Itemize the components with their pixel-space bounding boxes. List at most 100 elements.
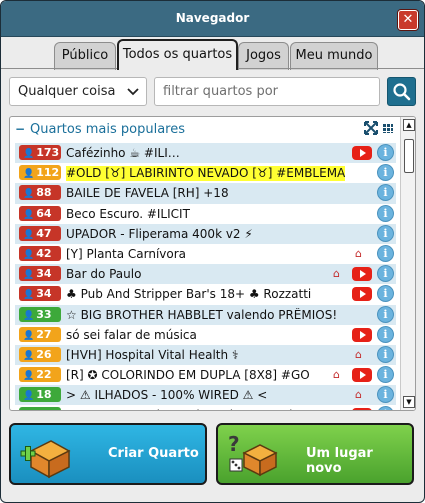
person-icon: 👤 [23, 229, 35, 240]
room-row[interactable]: 👤 33 ☆ BIG BROTHER HABBLET valendo PRÊMIOS… [15, 304, 396, 325]
person-icon: 👤 [23, 350, 35, 361]
room-info-icon[interactable]: i [377, 406, 394, 410]
grid-view-icon[interactable] [382, 123, 393, 133]
room-info-icon[interactable]: i [377, 325, 394, 343]
user-count: 33 [36, 307, 52, 321]
youtube-icon [352, 146, 372, 160]
room-info-icon[interactable]: i [377, 265, 394, 283]
filter-type-select[interactable]: Qualquer coisa [9, 77, 147, 106]
person-icon: 👤 [23, 270, 35, 281]
user-count: 34 [36, 267, 52, 281]
collapse-icon[interactable]: − [15, 122, 25, 136]
room-list-panel: − Quartos mais populares 👤 173 Cafézinho ☕… [9, 116, 416, 411]
room-owner-house-icon: ⌂ [333, 407, 340, 410]
user-count: 88 [36, 186, 52, 200]
room-list: 👤 173 Cafézinho ☕ #ILI… i 👤 112 #OLD [♉] LABIR… [15, 143, 396, 410]
youtube-icon [352, 408, 372, 410]
room-name: Cafézinho ☕ #ILI… [66, 146, 180, 160]
search-button[interactable] [387, 77, 416, 106]
person-icon: 👤 [23, 290, 35, 301]
room-row[interactable]: 👤 22 [R] ✪ COLORINDO EM DUPLA [8X8] #GO ⌂ i [15, 365, 396, 385]
person-icon: 👤 [23, 209, 35, 220]
user-count-badge: 👤 42 [19, 245, 61, 261]
youtube-icon [352, 368, 372, 383]
person-icon: 👤 [23, 391, 35, 402]
section-header[interactable]: − Quartos mais populares [10, 117, 400, 143]
svg-text:?: ? [228, 432, 240, 456]
room-row[interactable]: 👤18 UPADOR - Cassino, Loja e Slots - #Cai… [15, 405, 396, 410]
user-count-badge: 👤 88 [19, 185, 61, 201]
user-count: 22 [36, 368, 52, 382]
room-row[interactable]: 👤 173 Cafézinho ☕ #ILI… i [15, 143, 396, 164]
search-icon [393, 83, 411, 101]
user-count: 27 [36, 327, 52, 341]
room-row[interactable]: 👤 18 > ⚠ ILHADOS - 100% WIRED ⚠ < ⌂ i [15, 385, 396, 406]
room-info-icon[interactable]: i [377, 244, 394, 262]
user-count: 173 [36, 146, 60, 159]
filter-type-value: Qualquer coisa [18, 84, 116, 99]
room-name: Bar do Paulo [66, 267, 142, 282]
room-info-icon[interactable]: i [377, 366, 394, 384]
close-button[interactable]: ✕ [398, 10, 418, 30]
room-row[interactable]: 👤 88 BAILE DE FAVELA [RH] +18 i [15, 183, 396, 204]
room-name: [Y] Planta Carnívora [66, 246, 187, 261]
user-count-badge: 👤 34 [19, 266, 61, 282]
scroll-up-icon[interactable]: ▲ [403, 119, 415, 131]
create-room-label: Criar Quarto [108, 446, 199, 461]
youtube-icon [352, 267, 372, 282]
window-title: Navegador [175, 11, 250, 25]
tab-todos-os-quartos[interactable]: Todos os quartos [117, 39, 238, 70]
room-name: Beco Escuro. #ILICIT [66, 206, 190, 221]
room-name: BAILE DE FAVELA [RH] +18 [66, 186, 229, 201]
room-name: só sei falar de música [66, 327, 197, 342]
user-count: 18 [36, 388, 52, 402]
tab-jogos[interactable]: Jogos [238, 42, 289, 70]
user-count: 42 [36, 246, 52, 260]
room-filter-input[interactable] [154, 77, 380, 106]
create-room-icon [20, 440, 71, 479]
person-icon: 👤 [23, 330, 35, 341]
user-count: 34 [36, 287, 52, 301]
search-bar: Qualquer coisa [9, 77, 417, 107]
room-row[interactable]: 👤 34 ♣ Pub And Stripper Bar's 18+ ♣ Rozzat… [15, 284, 396, 304]
user-count: 64 [36, 206, 52, 220]
room-info-icon[interactable]: i [377, 204, 394, 222]
room-row[interactable]: 👤 27 só sei falar de música i [15, 325, 396, 345]
room-row[interactable]: 👤 42 [Y] Planta Carnívora ⌂ i [15, 244, 396, 264]
user-count-badge: 👤 34 [19, 286, 61, 302]
room-row[interactable]: 👤 26 [HVH] Hospital Vital Health ⚕ ⌂ i [15, 344, 396, 366]
room-info-icon[interactable]: i [377, 164, 394, 182]
create-room-button[interactable]: Criar Quarto [9, 423, 207, 485]
random-room-button[interactable]: ? Um lugar novo [216, 423, 414, 485]
room-info-icon[interactable]: i [377, 184, 394, 202]
scroll-thumb[interactable] [404, 139, 414, 173]
person-icon: 👤 [23, 371, 35, 382]
room-info-icon[interactable]: i [377, 386, 394, 404]
expand-icon[interactable] [364, 121, 378, 138]
room-info-icon[interactable]: i [377, 224, 394, 242]
room-name: ♣ Pub And Stripper Bar's 18+ ♣ Rozzatti [66, 287, 312, 302]
user-count-badge: 👤 112 [19, 165, 61, 181]
user-count-badge: 👤18 [19, 387, 61, 403]
room-info-icon[interactable]: i [377, 345, 394, 363]
user-count-badge: 👤 27 [19, 326, 61, 342]
room-info-icon[interactable]: i [377, 305, 394, 323]
chevron-down-icon [127, 78, 139, 116]
user-count: 18 [36, 408, 51, 410]
room-name: [HVH] Hospital Vital Health ⚕ [66, 347, 239, 362]
room-owner-house-icon: ⌂ [333, 267, 340, 281]
room-name: UPADOR - Cassino, Loja e Slots - #Cai… [66, 408, 304, 410]
tab-bar: Público Todos os quartos Jogos Meu mundo [54, 39, 424, 70]
tab-meu-mundo[interactable]: Meu mundo [290, 42, 378, 70]
scrollbar[interactable]: ▲ ▼ [400, 117, 415, 410]
room-row[interactable]: 👤 34 Bar do Paulo ⌂ i [15, 264, 396, 285]
window-titlebar[interactable]: Navegador ✕ [1, 1, 424, 37]
tab-publico[interactable]: Público [54, 42, 116, 70]
room-row[interactable]: 👤 64 Beco Escuro. #ILICIT i [15, 204, 396, 224]
room-info-icon[interactable]: i [377, 285, 394, 303]
room-info-icon[interactable]: i [377, 144, 394, 161]
room-row[interactable]: 👤 112 #OLD [♉] LABIRINTO NEVADO [♉] #EMBLE… [15, 163, 396, 183]
room-row[interactable]: 👤 47 UPADOR - Fliperama 400k v2 ⚡ i [15, 223, 396, 244]
navigator-window: Navegador ✕ Público Todos os quartos Jog… [0, 0, 425, 503]
scroll-down-icon[interactable]: ▼ [403, 396, 415, 408]
